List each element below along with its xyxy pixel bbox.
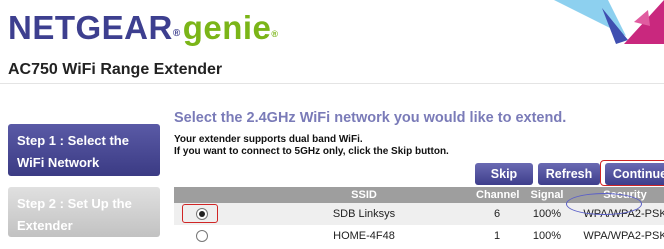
table-row[interactable]: HOME-4F48 1 100% WPA/WPA2-PSK: [174, 225, 664, 247]
netgear-genie-logo: NETGEAR®genie®: [8, 9, 279, 46]
header-channel: Channel: [476, 189, 520, 201]
signal-cell: 100%: [532, 230, 562, 242]
step-2-set-up-extender[interactable]: Step 2 : Set Up the Extender: [8, 187, 160, 237]
security-highlight-ellipse: [566, 193, 642, 215]
ssid-cell: SDB Linksys: [332, 208, 396, 220]
channel-cell: 1: [493, 230, 501, 242]
header-ssid: SSID: [351, 189, 377, 201]
continue-highlight-box: [600, 160, 664, 186]
page-title: Select the 2.4GHz WiFi network you would…: [174, 110, 567, 126]
header-signal: Signal: [530, 189, 564, 201]
selected-radio-highlight-box: [182, 204, 218, 223]
signal-cell: 100%: [532, 208, 562, 220]
skip-button[interactable]: Skip: [475, 163, 533, 185]
security-cell: WPA/WPA2-PSK: [583, 230, 664, 242]
ssid-cell: HOME-4F48: [333, 230, 395, 242]
network-radio[interactable]: [196, 230, 208, 242]
product-name: AC750 WiFi Range Extender: [8, 61, 223, 78]
channel-cell: 6: [493, 208, 501, 220]
header-graphic: [554, 0, 664, 44]
description: Your extender supports dual band WiFi. I…: [174, 134, 574, 158]
step-1-select-network[interactable]: Step 1 : Select the WiFi Network: [8, 124, 160, 176]
description-line-2: If you want to connect to 5GHz only, cli…: [174, 146, 449, 157]
description-line-1: Your extender supports dual band WiFi.: [174, 134, 363, 145]
refresh-button[interactable]: Refresh: [538, 163, 600, 185]
header-divider: [0, 83, 664, 84]
